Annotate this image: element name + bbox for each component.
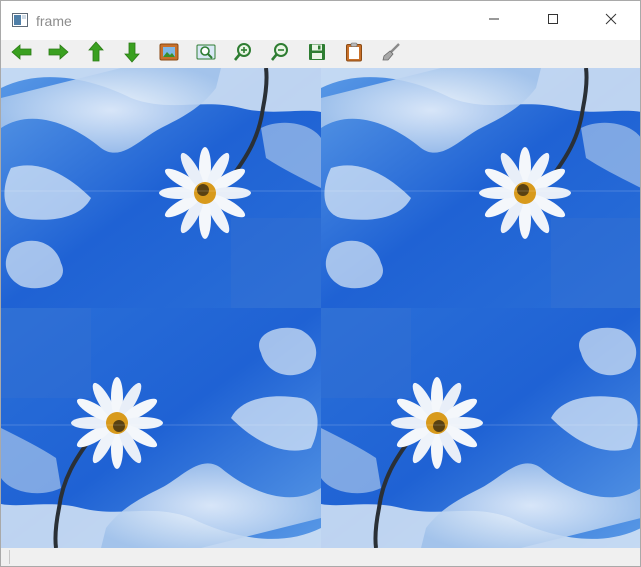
zoom-fit-icon [196,43,216,66]
zoom-original-button[interactable] [158,43,180,65]
maximize-icon [547,12,559,30]
arrow-right-icon [47,43,69,66]
arrow-up-icon [87,40,105,68]
status-divider [9,550,10,564]
zoom-in-button[interactable] [232,42,254,67]
window-title: frame [36,13,72,29]
arrow-down-icon [123,41,141,68]
close-icon [605,12,617,30]
zoom-in-icon [233,42,253,67]
clipboard-icon [345,42,363,67]
tile-bottom-left [1,308,321,548]
properties-button[interactable] [380,42,402,67]
arrow-left-icon [11,43,33,66]
zoom-fit-button[interactable] [195,43,217,65]
status-bar [1,548,640,566]
minimize-icon [488,12,500,30]
toolbar [1,40,640,68]
save-icon [308,43,326,66]
opencv-window-icon [12,13,28,27]
zoom-out-button[interactable] [269,42,291,67]
zoom-out-icon [270,42,290,67]
pan-right-button[interactable] [47,43,69,65]
brush-icon [381,42,401,67]
pan-up-button[interactable] [85,40,107,68]
image-icon [159,43,179,66]
image-canvas[interactable] [1,68,640,548]
tile-bottom-right [321,308,640,548]
maximize-button[interactable] [530,1,576,40]
tile-top-left [1,68,321,308]
title-bar[interactable]: frame [1,1,640,40]
minimize-button[interactable] [471,1,517,40]
copy-to-clipboard-button[interactable] [343,42,365,67]
close-button[interactable] [588,1,634,40]
save-button[interactable] [306,43,328,65]
pan-down-button[interactable] [121,41,143,68]
app-window: frame [0,0,641,567]
tile-top-right [321,68,640,308]
pan-left-button[interactable] [11,43,33,65]
